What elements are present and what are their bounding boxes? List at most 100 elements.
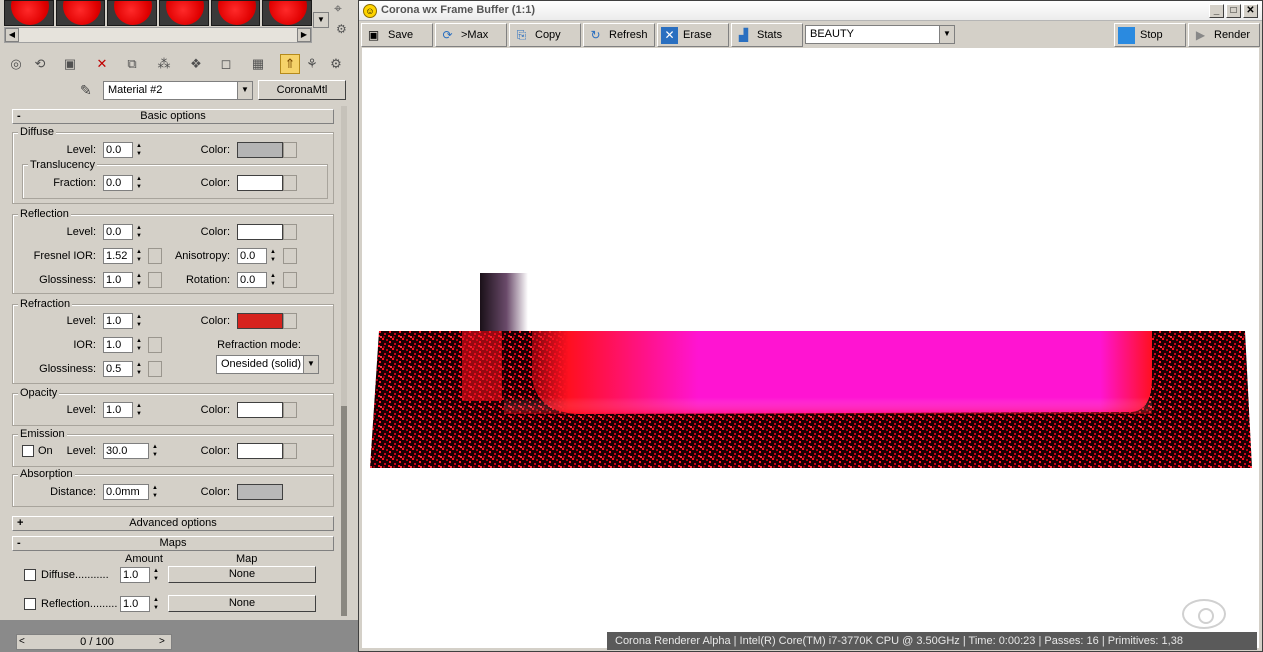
window-titlebar[interactable]: ☺ Corona wx Frame Buffer (1:1) _ □ ✕ [359, 1, 1262, 21]
pick-material-icon[interactable]: ⌖ [334, 0, 354, 18]
put-to-library-icon[interactable]: ❖ [186, 54, 206, 74]
chevron-down-icon[interactable]: ▼ [237, 82, 252, 99]
rollout-title: Advanced options [129, 517, 217, 529]
refraction-ior-spinner[interactable]: 1.0 ▲ ▼ [103, 337, 145, 353]
field-label: Level: [66, 315, 96, 327]
maximize-button[interactable]: □ [1226, 4, 1241, 18]
rotation-spinner[interactable]: 0.0 ▲ ▼ [237, 272, 279, 288]
next-frame-icon[interactable]: > [159, 635, 165, 649]
diffuse-map-checkbox[interactable] [24, 569, 36, 581]
reflection-map-slot-button[interactable]: None [168, 595, 316, 612]
sample-slot[interactable] [107, 0, 158, 26]
get-material-icon[interactable]: ◎ [6, 54, 26, 74]
stats-button[interactable]: ▟ Stats [731, 23, 803, 47]
prev-frame-icon[interactable]: < [19, 635, 25, 649]
options-icon[interactable]: ⚙ [336, 22, 352, 40]
rotation-map-button[interactable] [283, 272, 297, 288]
erase-icon: ✕ [661, 27, 678, 44]
basic-options-rollout[interactable]: - Basic options [12, 109, 334, 124]
fresnel-map-button[interactable] [148, 248, 162, 264]
sample-slot[interactable] [159, 0, 209, 26]
copy-button[interactable]: ⎘ Copy [509, 23, 581, 47]
ior-map-button[interactable] [148, 337, 162, 353]
slots-scroll-down-icon[interactable]: ▼ [313, 12, 329, 28]
diffuse-map-slot-button[interactable]: None [168, 566, 316, 583]
reflection-amount-spinner[interactable]: 1.0 ▲ ▼ [120, 596, 162, 612]
refraction-glossiness-spinner[interactable]: 0.5 ▲ ▼ [103, 361, 145, 377]
translucency-color-swatch[interactable] [237, 175, 283, 191]
advanced-options-rollout[interactable]: + Advanced options [12, 516, 334, 531]
fresnel-ior-spinner[interactable]: 1.52 ▲ ▼ [103, 248, 145, 264]
go-to-parent-icon[interactable]: ⚘ [302, 54, 322, 74]
show-map-icon[interactable]: ▦ [248, 54, 268, 74]
chevron-down-icon[interactable]: ▼ [303, 356, 318, 373]
anisotropy-map-button[interactable] [283, 248, 297, 264]
chevron-down-icon[interactable]: ▼ [939, 26, 954, 43]
show-end-result-icon[interactable]: ⇑ [280, 54, 300, 74]
sample-slot[interactable] [55, 0, 106, 26]
reflection-map-button[interactable] [283, 224, 297, 240]
translucency-map-button[interactable] [283, 175, 297, 191]
opacity-level-spinner[interactable]: 1.0 ▲ ▼ [103, 402, 145, 418]
glossiness-map-button[interactable] [148, 272, 162, 288]
material-name-field[interactable]: Material #2 ▼ [103, 81, 253, 100]
eyedropper-icon[interactable]: ✎ [80, 82, 92, 99]
translucency-fraction-spinner[interactable]: 0.0 ▲ ▼ [103, 175, 145, 191]
reflection-glossiness-spinner[interactable]: 1.0 ▲ ▼ [103, 272, 145, 288]
emission-level-spinner[interactable]: 30.0 ▲ ▼ [103, 443, 161, 459]
rollout-scrollbar[interactable] [341, 106, 347, 616]
emission-on-checkbox[interactable] [22, 445, 34, 457]
anisotropy-spinner[interactable]: 0.0 ▲ ▼ [237, 248, 279, 264]
diffuse-level-spinner[interactable]: 0.0 ▲ ▼ [103, 142, 145, 158]
minimize-button[interactable]: _ [1209, 4, 1224, 18]
reflection-map-checkbox[interactable] [24, 598, 36, 610]
refresh-button[interactable]: ↻ Refresh [583, 23, 655, 47]
material-type-button[interactable]: CoronaMtl [258, 80, 346, 100]
time-slider[interactable]: < 0 / 100 > [16, 634, 172, 650]
group-label: Translucency [28, 159, 98, 171]
opacity-map-button[interactable] [283, 402, 297, 418]
sample-slot[interactable] [262, 0, 313, 26]
material-name-text: Material #2 [108, 84, 163, 96]
make-copy-icon[interactable]: ⧉ [122, 54, 142, 74]
assign-material-icon[interactable]: ▣ [60, 54, 80, 74]
scroll-left-icon[interactable]: ◀ [5, 28, 19, 42]
put-to-scene-icon[interactable]: ⟲ [30, 54, 50, 74]
emission-map-button[interactable] [283, 443, 297, 459]
sample-slot[interactable] [4, 0, 54, 26]
amount-header: Amount [125, 553, 163, 565]
channel-dropdown[interactable]: BEAUTY ▼ [805, 25, 955, 44]
absorption-color-swatch[interactable] [237, 484, 283, 500]
emission-color-swatch[interactable] [237, 443, 283, 459]
max-button[interactable]: ⟳ >Max [435, 23, 507, 47]
maps-rollout[interactable]: - Maps [12, 536, 334, 551]
scroll-right-icon[interactable]: ▶ [297, 28, 311, 42]
slots-horizontal-scrollbar[interactable]: ◀ ▶ [4, 27, 312, 43]
render-button[interactable]: ▶ Render [1188, 23, 1260, 47]
scroll-thumb[interactable] [341, 406, 347, 616]
field-label: Level: [66, 226, 96, 238]
diffuse-color-swatch[interactable] [237, 142, 283, 158]
diffuse-amount-spinner[interactable]: 1.0 ▲ ▼ [120, 567, 162, 583]
absorption-distance-spinner[interactable]: 0.0mm ▲ ▼ [103, 484, 161, 500]
stop-button[interactable]: Stop [1114, 23, 1186, 47]
reflection-level-spinner[interactable]: 0.0 ▲ ▼ [103, 224, 145, 240]
diffuse-map-button[interactable] [283, 142, 297, 158]
render-canvas[interactable] [362, 48, 1259, 648]
refraction-mode-dropdown[interactable]: Onesided (solid) ▼ [216, 355, 319, 374]
reflection-color-swatch[interactable] [237, 224, 283, 240]
material-id-icon[interactable]: ◻ [216, 54, 236, 74]
refraction-level-spinner[interactable]: 1.0 ▲ ▼ [103, 313, 145, 329]
refraction-glossiness-map-button[interactable] [148, 361, 162, 377]
sample-slot[interactable] [210, 0, 261, 26]
opacity-color-swatch[interactable] [237, 402, 283, 418]
reset-map-icon[interactable]: ✕ [92, 54, 112, 74]
save-button[interactable]: ▣ Save [361, 23, 433, 47]
refraction-map-button[interactable] [283, 313, 297, 329]
make-unique-icon[interactable]: ⁂ [154, 54, 174, 74]
render-cube [480, 273, 528, 331]
erase-button[interactable]: ✕ Erase [657, 23, 729, 47]
refraction-color-swatch[interactable] [237, 313, 283, 329]
go-forward-sibling-icon[interactable]: ⚙ [326, 54, 346, 74]
close-button[interactable]: ✕ [1243, 4, 1258, 18]
